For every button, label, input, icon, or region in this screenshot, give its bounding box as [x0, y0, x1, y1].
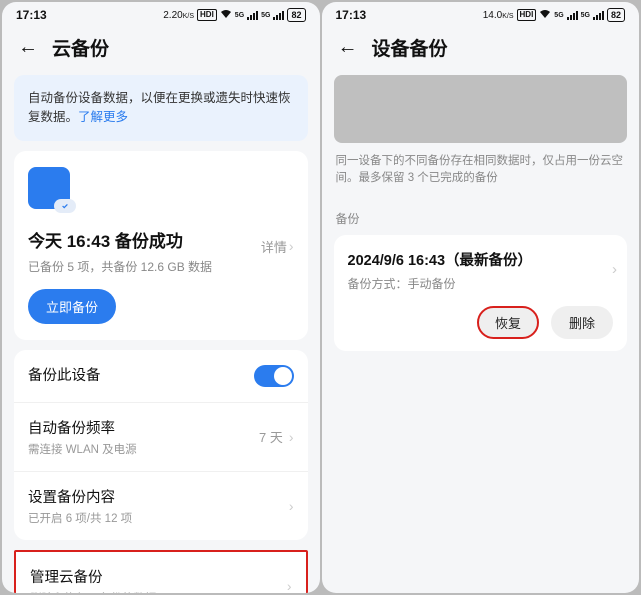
battery-icon: 82: [287, 8, 305, 22]
details-link[interactable]: 详情›: [261, 237, 294, 256]
statusbar: 17:13 2.20K/S HDI 5G 5G 82: [2, 2, 320, 24]
toggle-switch[interactable]: [254, 365, 294, 387]
cloud-backup-icon: [28, 167, 70, 209]
signal-icon: [247, 11, 258, 20]
signal-icon: [593, 11, 604, 20]
backup-frequency-row[interactable]: 自动备份频率 需连接 WLAN 及电源 7 天 ›: [14, 402, 308, 471]
backup-entry-card[interactable]: 2024/9/6 16:43（最新备份） 备份方式：手动备份 › 恢复 删除: [334, 235, 628, 351]
backup-status-sub: 已备份 5 项，共备份 12.6 GB 数据: [28, 258, 294, 275]
backup-entry-title: 2024/9/6 16:43（最新备份）: [348, 249, 614, 270]
hint-text: 同一设备下的不同备份存在相同数据时，仅占用一份云空间。最多保留 3 个已完成的备…: [334, 153, 628, 188]
restore-button[interactable]: 恢复: [477, 306, 539, 339]
backup-entry-sub: 备份方式：手动备份: [348, 275, 614, 292]
battery-icon: 82: [607, 8, 625, 22]
learn-more-link[interactable]: 了解更多: [78, 110, 128, 124]
signal-icon: [567, 11, 578, 20]
hd-icon: HDI: [517, 9, 537, 21]
page-title: 云备份: [52, 34, 109, 61]
signal-icon: [273, 11, 284, 20]
status-time: 17:13: [16, 8, 47, 22]
hd-icon: HDI: [197, 9, 217, 21]
backup-now-button[interactable]: 立即备份: [28, 289, 116, 324]
status-right: 14.0K/S HDI 5G 5G 82: [483, 8, 625, 22]
phone-right: 17:13 14.0K/S HDI 5G 5G 82 ← 设备备份 同一设备下的…: [322, 2, 640, 593]
status-right: 2.20K/S HDI 5G 5G 82: [163, 8, 305, 22]
chevron-right-icon: ›: [287, 578, 292, 594]
back-icon[interactable]: ←: [18, 36, 38, 59]
chevron-right-icon: ›: [289, 429, 294, 445]
delete-button[interactable]: 删除: [551, 306, 613, 339]
backup-content-row[interactable]: 设置备份内容 已开启 6 项/共 12 项 ›: [14, 471, 308, 540]
wifi-icon: [539, 9, 551, 22]
phone-left: 17:13 2.20K/S HDI 5G 5G 82 ← 云备份 自动备份设备数…: [2, 2, 320, 593]
statusbar: 17:13 14.0K/S HDI 5G 5G 82: [322, 2, 640, 24]
page-header: ← 设备备份: [322, 24, 640, 75]
backup-status-title: 今天 16:43 备份成功: [28, 227, 294, 252]
status-time: 17:13: [336, 8, 367, 22]
backup-status-card: 今天 16:43 备份成功 已备份 5 项，共备份 12.6 GB 数据 详情›…: [14, 151, 308, 340]
page-title: 设备备份: [372, 34, 448, 61]
back-icon[interactable]: ←: [338, 36, 358, 59]
backup-device-toggle-row[interactable]: 备份此设备: [14, 350, 308, 402]
info-banner: 自动备份设备数据，以便在更换或遗失时快速恢复数据。了解更多: [14, 75, 308, 141]
settings-card: 备份此设备 自动备份频率 需连接 WLAN 及电源 7 天 › 设置备份内容 已…: [14, 350, 308, 540]
device-preview-image: [334, 75, 628, 143]
chevron-right-icon: ›: [612, 261, 617, 278]
wifi-icon: [220, 9, 232, 22]
chevron-right-icon: ›: [289, 498, 294, 514]
section-label: 备份: [334, 210, 628, 227]
page-header: ← 云备份: [2, 24, 320, 75]
manage-cloud-backup-row[interactable]: 管理云备份 删除和恢复已备份的数据 ›: [16, 552, 306, 594]
manage-cloud-backup-card: 管理云备份 删除和恢复已备份的数据 ›: [14, 550, 308, 594]
chevron-right-icon: ›: [289, 238, 294, 254]
